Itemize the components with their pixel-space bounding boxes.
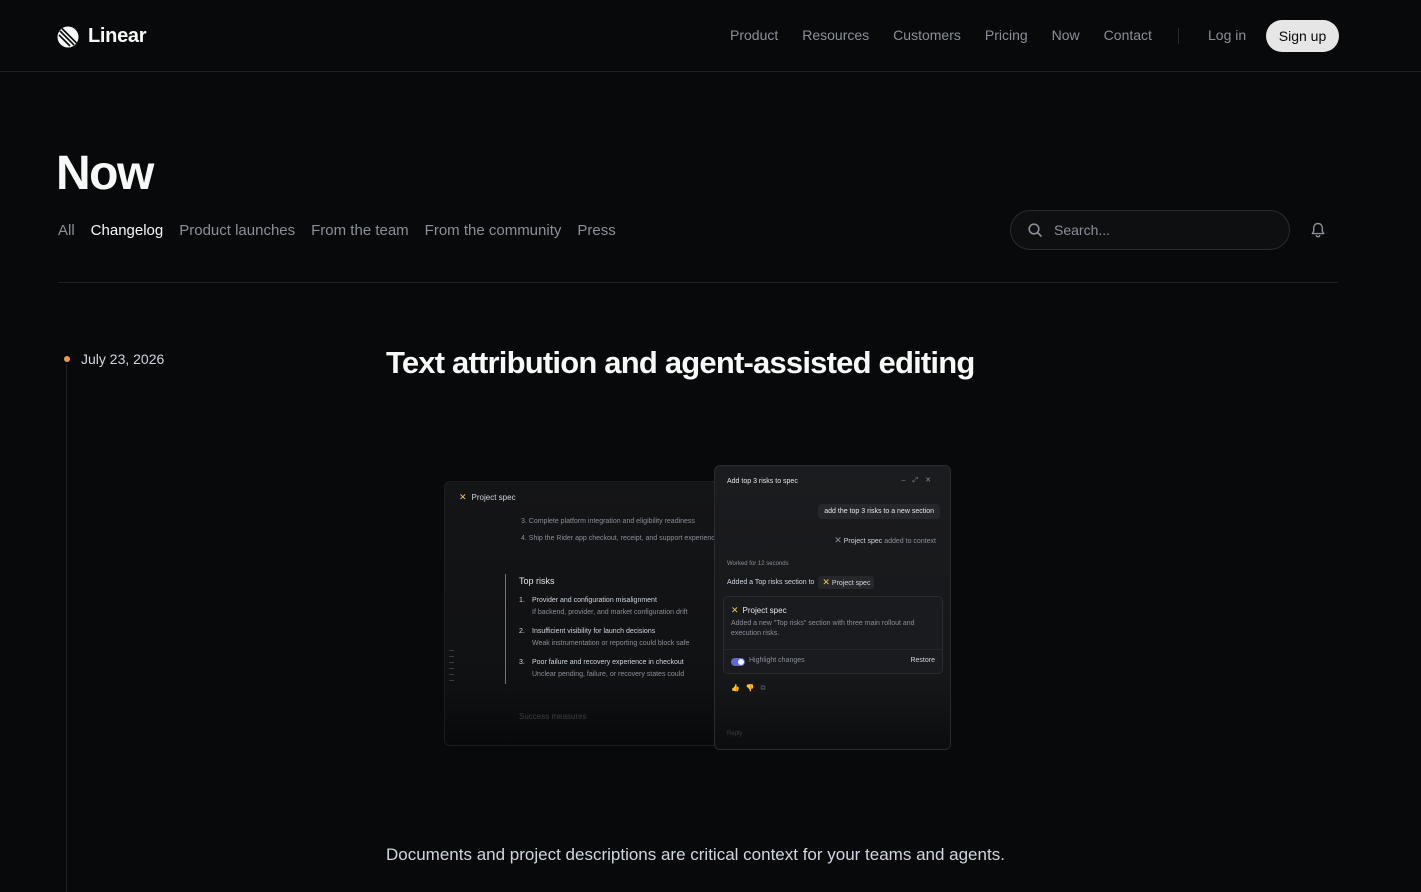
minimize-icon: – [901, 477, 913, 484]
filter-from-the-team[interactable]: From the team [311, 222, 409, 239]
nav-product[interactable]: Product [730, 27, 778, 43]
highlight-label: Highlight changes [749, 657, 805, 664]
agent-chat-panel: Add top 3 risks to spec –⤢✕ add the top … [714, 465, 951, 750]
entry-title[interactable]: Text attribution and agent-assisted edit… [386, 345, 975, 381]
attribution-bar [505, 574, 506, 684]
context-suffix: added to context [884, 538, 936, 545]
card-title: ✕ Project spec [731, 605, 787, 616]
risk-title: Provider and configuration misalignment [532, 597, 657, 604]
reply-input: Reply [727, 731, 743, 737]
filter-changelog[interactable]: Changelog [91, 222, 164, 239]
risk-desc: Unclear pending, failure, or recovery st… [532, 671, 685, 678]
entry-body: Documents and project descriptions are c… [386, 845, 1005, 864]
entry-date: July 23, 2026 [81, 351, 165, 367]
risk-number: 3. [519, 659, 525, 666]
filter-all[interactable]: All [58, 222, 75, 239]
user-message: add the top 3 risks to a new section [818, 504, 940, 519]
risk-number: 2. [519, 628, 525, 635]
card-description: Added a new "Top risks" section with thr… [731, 620, 915, 637]
project-icon: ✕ [731, 605, 739, 615]
expand-icon: ⤢ [912, 477, 926, 484]
risk-number: 1. [519, 597, 525, 604]
signup-button[interactable]: Sign up [1266, 20, 1339, 52]
main-nav: Product Resources Customers Pricing Now … [730, 27, 1176, 43]
bell-icon[interactable] [1309, 221, 1327, 239]
search-input[interactable] [1054, 222, 1254, 238]
timeline-dot [64, 356, 70, 362]
risk-desc: If backend, provider, and market configu… [532, 609, 688, 616]
search-box[interactable] [1010, 210, 1290, 250]
project-icon: ✕ [822, 577, 830, 587]
login-link[interactable]: Log in [1208, 27, 1246, 43]
category-filters: All Changelog Product launches From the … [58, 222, 632, 239]
added-prefix: Added a Top risks section to [727, 579, 815, 586]
filter-press[interactable]: Press [577, 222, 615, 239]
thumbs-down-icon: 👎 [745, 685, 761, 692]
search-icon [1028, 223, 1042, 237]
doc-section-heading: Top risks [519, 576, 555, 586]
filter-from-the-community[interactable]: From the community [425, 222, 562, 239]
linear-logo-icon [57, 26, 79, 47]
page-title: Now [56, 147, 154, 200]
doc-line: 3. Complete platform integration and eli… [521, 518, 695, 525]
nav-contact[interactable]: Contact [1104, 27, 1152, 43]
linear-logo[interactable]: Linear [57, 25, 147, 48]
copy-icon: ⧉ [760, 685, 772, 692]
worked-status: Worked for 12 seconds [727, 561, 789, 567]
project-icon: ✕ [459, 492, 467, 502]
doc-line: 4. Ship the Rider app checkout, receipt,… [521, 535, 719, 542]
risk-title: Poor failure and recovery experience in … [532, 659, 684, 666]
nav-pricing[interactable]: Pricing [985, 27, 1028, 43]
doc-footer-section: Success measures [519, 712, 587, 721]
highlight-toggle [731, 658, 745, 666]
card-title-label: Project spec [742, 606, 787, 615]
context-doc: Project spec [843, 538, 883, 545]
added-status: Added a Top risks section to ✕ Project s… [727, 576, 875, 589]
card-divider [724, 649, 942, 650]
doc-chip-label: Project spec [831, 580, 871, 587]
risk-desc: Weak instrumentation or reporting could … [532, 640, 690, 647]
doc-panel: ✕ Project spec 3. Complete platform inte… [444, 481, 744, 746]
doc-chip: ✕ Project spec [818, 576, 875, 589]
doc-title: Project spec [471, 493, 516, 502]
chat-title: Add top 3 risks to spec [727, 478, 798, 485]
site-header: Linear Product Resources Customers Prici… [0, 0, 1421, 72]
doc-minimap [449, 650, 454, 686]
nav-divider [1178, 28, 1179, 44]
nav-resources[interactable]: Resources [802, 27, 869, 43]
doc-header: ✕ Project spec [459, 492, 516, 503]
project-icon: ✕ [834, 535, 842, 545]
restore-link: Restore [910, 657, 935, 664]
thumbs-up-icon: 👍 [731, 685, 746, 692]
change-card: ✕ Project spec Added a new "Top risks" s… [723, 596, 943, 674]
risk-title: Insufficient visibility for launch decis… [532, 628, 656, 635]
entry-illustration: ✕ Project spec 3. Complete platform inte… [444, 465, 952, 755]
nav-now[interactable]: Now [1052, 27, 1080, 43]
filter-product-launches[interactable]: Product launches [179, 222, 295, 239]
logo-text: Linear [88, 25, 147, 47]
reaction-icons: 👍👎⧉ [731, 684, 771, 693]
window-controls: –⤢✕ [902, 476, 938, 485]
nav-customers[interactable]: Customers [893, 27, 961, 43]
context-note: ✕ Project spec added to context [834, 535, 936, 546]
close-icon: ✕ [925, 477, 938, 484]
filters-divider [58, 282, 1338, 283]
timeline-line [66, 364, 67, 892]
